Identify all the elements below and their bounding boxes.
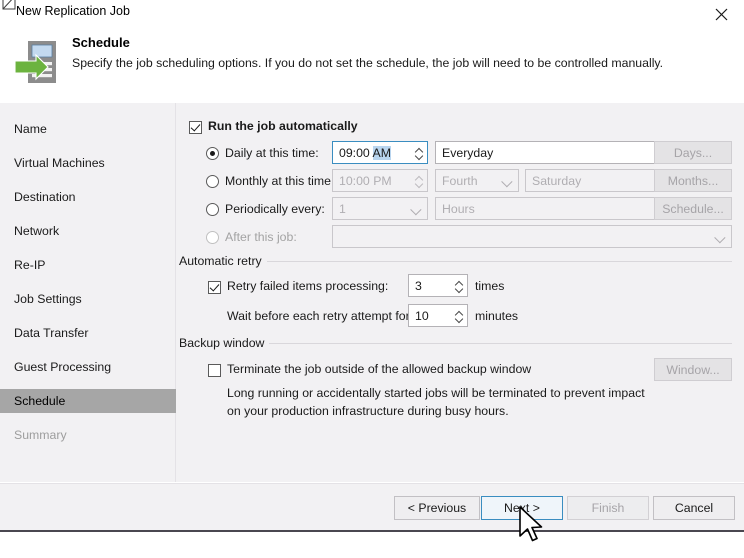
sidebar-item-network[interactable]: Network <box>0 219 176 243</box>
daily-label: Daily at this time: <box>225 146 319 160</box>
run-automatically-checkbox[interactable] <box>189 121 202 134</box>
run-automatically-label: Run the job automatically <box>208 119 358 133</box>
monthly-weekday-value: Saturday <box>532 173 582 188</box>
monthly-weekday-dropdown: Saturday <box>525 169 673 192</box>
dialog-body: Name Virtual Machines Destination Networ… <box>0 103 744 482</box>
sidebar-item-schedule[interactable]: Schedule <box>0 389 176 413</box>
after-job-label: After this job: <box>225 230 297 244</box>
daily-frequency-value: Everyday <box>442 145 494 160</box>
cancel-button[interactable]: Cancel <box>653 496 735 520</box>
next-button[interactable]: Next > <box>481 496 563 520</box>
monthly-time-stepper <box>410 170 427 191</box>
after-job-dropdown <box>332 225 732 248</box>
monthly-label: Monthly at this time: <box>225 174 335 188</box>
sidebar-item-summary: Summary <box>14 428 67 442</box>
retry-times-input[interactable]: 3 <box>408 274 468 297</box>
schedule-server-arrow-icon <box>14 36 66 88</box>
backup-window-hint-line-2: on your production infrastructure during… <box>227 404 509 418</box>
close-icon <box>715 8 728 20</box>
chevron-down-icon <box>713 226 731 247</box>
monthly-radio[interactable] <box>206 175 219 188</box>
stepper-down-icon <box>415 182 422 186</box>
daily-time-input[interactable]: 09:00 AM <box>332 141 428 164</box>
retry-failed-checkbox[interactable] <box>208 281 221 294</box>
close-button[interactable] <box>699 0 744 28</box>
wait-minutes-input[interactable]: 10 <box>408 304 468 327</box>
periodically-count-value: 1 <box>339 201 346 216</box>
sidebar-item-job-settings[interactable]: Job Settings <box>0 287 176 311</box>
backup-window-hint-line-1: Long running or accidentally started job… <box>227 386 645 400</box>
backup-window-group-label: Backup window <box>179 336 270 350</box>
stepper-down-icon <box>455 317 462 321</box>
retry-times-value: 3 <box>415 278 422 293</box>
schedule-button: Schedule... <box>654 197 732 220</box>
dialog-header: Schedule Specify the job scheduling opti… <box>0 28 744 103</box>
schedule-options-panel: Run the job automatically Daily at this … <box>177 103 744 482</box>
periodically-radio[interactable] <box>206 203 219 216</box>
window-title: New Replication Job <box>16 4 130 18</box>
daily-radio[interactable] <box>206 147 219 160</box>
sidebar-item-re-ip[interactable]: Re-IP <box>0 253 176 277</box>
periodically-label: Periodically every: <box>225 202 325 216</box>
page-title: Schedule <box>72 35 130 50</box>
wait-minutes-suffix: minutes <box>475 309 519 323</box>
periodically-count-dropdown: 1 <box>332 197 428 220</box>
months-button: Months... <box>654 169 732 192</box>
desktop-background <box>0 532 744 558</box>
daily-time-value: 09:00 AM <box>339 145 391 160</box>
sidebar-item-virtual-machines[interactable]: Virtual Machines <box>0 151 176 175</box>
stepper-down-icon <box>455 287 462 291</box>
chevron-down-icon <box>500 170 518 191</box>
chevron-down-icon <box>409 198 427 219</box>
wizard-sidebar: Name Virtual Machines Destination Networ… <box>0 103 176 482</box>
sidebar-item-destination[interactable]: Destination <box>0 185 176 209</box>
sidebar-item-guest-processing[interactable]: Guest Processing <box>0 355 176 379</box>
daily-frequency-dropdown[interactable]: Everyday <box>435 141 673 164</box>
sidebar-item-name[interactable]: Name <box>0 117 176 141</box>
periodically-unit-dropdown: Hours <box>435 197 673 220</box>
days-button: Days... <box>654 141 732 164</box>
finish-button: Finish <box>567 496 649 520</box>
page-subtitle: Specify the job scheduling options. If y… <box>72 56 664 70</box>
after-job-radio <box>206 231 219 244</box>
automatic-retry-group-label: Automatic retry <box>179 254 267 268</box>
retry-times-stepper[interactable] <box>450 275 467 296</box>
monthly-time-input: 10:00 PM <box>332 169 428 192</box>
window-button: Window... <box>654 358 732 381</box>
wait-minutes-stepper[interactable] <box>450 305 467 326</box>
monthly-ordinal-dropdown: Fourth <box>435 169 519 192</box>
wait-minutes-value: 10 <box>415 308 429 323</box>
sidebar-item-data-transfer[interactable]: Data Transfer <box>0 321 176 345</box>
terminate-job-label: Terminate the job outside of the allowed… <box>227 362 532 376</box>
periodically-unit-value: Hours <box>442 201 475 216</box>
stepper-down-icon <box>415 154 422 158</box>
previous-button[interactable]: < Previous <box>394 496 480 520</box>
retry-failed-label: Retry failed items processing: <box>227 279 389 293</box>
dialog-footer: < Previous Next > Finish Cancel <box>0 483 744 530</box>
terminate-job-checkbox[interactable] <box>208 364 221 377</box>
monthly-time-value: 10:00 PM <box>339 173 392 188</box>
wait-retry-label: Wait before each retry attempt for: <box>227 309 414 323</box>
monthly-ordinal-value: Fourth <box>442 173 478 188</box>
daily-time-stepper[interactable] <box>410 142 427 163</box>
title-bar: New Replication Job <box>0 0 744 28</box>
retry-times-suffix: times <box>475 279 505 293</box>
